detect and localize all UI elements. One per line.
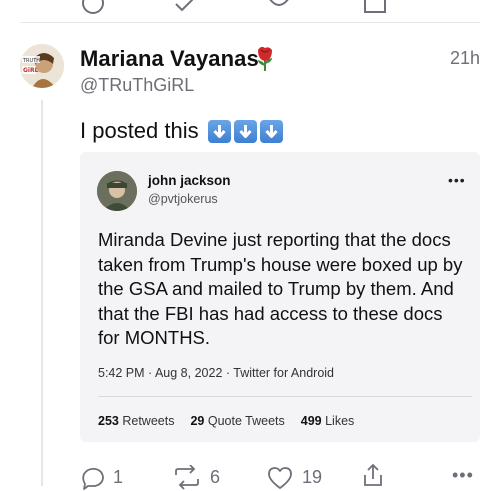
reply-icon[interactable] [80, 465, 106, 491]
retweets-stat: 253 Retweets [98, 414, 175, 428]
timestamp[interactable]: 21h [450, 48, 480, 69]
repost-icon[interactable] [172, 0, 198, 16]
embedded-author-avatar [97, 171, 137, 211]
share-icon[interactable] [362, 0, 388, 16]
embedded-author-name: john jackson [148, 173, 231, 188]
svg-text:GiRL: GiRL [23, 67, 39, 74]
author-handle[interactable]: @TRuThGiRL [80, 75, 194, 96]
post-text: I posted this [80, 118, 283, 144]
embedded-tweet-meta: 5:42 PM · Aug 8, 2022 · Twitter for Andr… [98, 366, 335, 380]
down-arrow-emoji [259, 119, 283, 143]
embedded-tweet-body: Miranda Devine just reporting that the d… [98, 229, 463, 348]
reply-count[interactable]: 1 [113, 467, 123, 488]
embedded-divider [98, 396, 472, 397]
like-icon[interactable] [266, 465, 294, 491]
more-options-icon[interactable]: ••• [452, 465, 474, 486]
thread-line [41, 100, 43, 486]
rose-icon [258, 46, 272, 71]
embedded-more-icon: ••• [448, 172, 466, 188]
author-name[interactable]: Mariana Vayanas [80, 46, 259, 72]
quote-tweets-stat: 29 Quote Tweets [190, 414, 285, 428]
like-icon[interactable] [266, 0, 292, 16]
svg-text:TRUTH: TRUTH [22, 58, 40, 64]
repost-icon[interactable] [172, 465, 202, 491]
author-avatar[interactable]: TRUTH GiRL [20, 44, 64, 88]
down-arrow-emoji [207, 119, 231, 143]
down-arrow-emoji [233, 119, 257, 143]
reply-icon[interactable] [80, 0, 106, 16]
share-icon[interactable] [360, 462, 386, 488]
repost-count[interactable]: 6 [210, 467, 220, 488]
post-text-label: I posted this [80, 118, 199, 143]
embedded-tweet-stats: 253 Retweets 29 Quote Tweets 499 Likes [98, 414, 354, 428]
likes-stat: 499 Likes [300, 414, 355, 428]
embedded-author-handle: @pvtjokerus [148, 192, 218, 206]
like-count[interactable]: 19 [302, 467, 322, 488]
post-divider [20, 22, 480, 23]
